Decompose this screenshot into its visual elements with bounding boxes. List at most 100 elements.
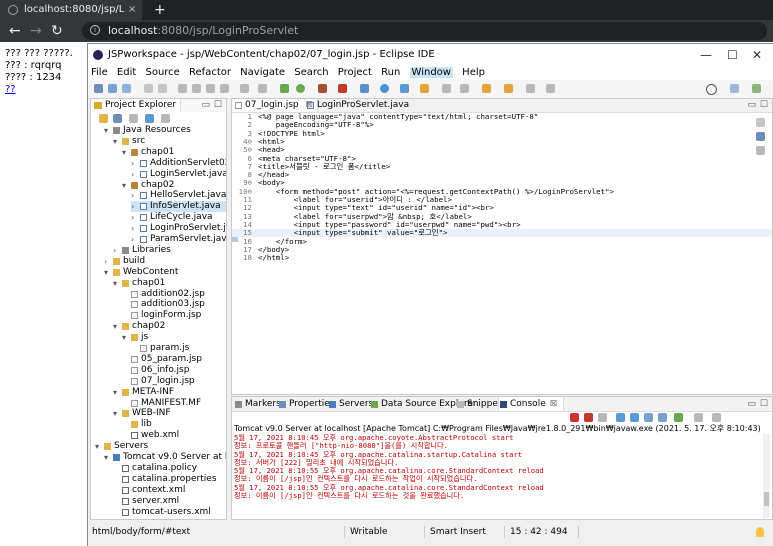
expand-arrow-icon[interactable]: ›	[131, 158, 139, 169]
tree-item[interactable]: › LoginServlet.java	[131, 169, 226, 180]
tree-item[interactable]: loginForm.jsp	[122, 310, 226, 321]
tree-item[interactable]: ▾ chap01	[122, 147, 226, 158]
view-minimize-icon[interactable]: ▭	[201, 99, 210, 112]
properties-view-icon[interactable]	[756, 146, 765, 155]
tab-markers[interactable]: Markers	[234, 397, 281, 411]
expand-arrow-icon[interactable]: ›	[113, 245, 121, 256]
coverage-icon[interactable]	[318, 84, 327, 93]
toolbar-icon[interactable]	[129, 114, 138, 123]
expand-arrow-icon[interactable]: ›	[131, 201, 139, 212]
tip-icon[interactable]	[756, 527, 764, 537]
tab-console[interactable]: Console ⊠	[498, 397, 565, 411]
tree-item[interactable]: ▾ Servers	[95, 441, 226, 452]
pin-console-icon[interactable]	[674, 413, 683, 422]
menu-help[interactable]: Help	[462, 67, 485, 78]
info-icon[interactable]: i	[90, 25, 100, 35]
tree-item[interactable]: › LoginProServlet.java	[131, 223, 226, 234]
toolbar-icon[interactable]	[192, 84, 201, 93]
perspective-icon[interactable]	[730, 84, 739, 93]
tree-item[interactable]: › LifeCycle.java	[131, 212, 226, 223]
close-tab-icon[interactable]: ⊠	[550, 399, 558, 409]
editor-tab-loginproservlet[interactable]: LoginProServlet.java	[304, 99, 413, 112]
menu-edit[interactable]: Edit	[117, 67, 136, 78]
toolbar-icon[interactable]	[220, 84, 229, 93]
expand-arrow-icon[interactable]: ▾	[113, 321, 121, 332]
tree-item[interactable]: tomcat-users.xml	[113, 507, 226, 518]
browser-tab[interactable]: localhost:8080/jsp/LoginProServ ×	[0, 0, 142, 20]
word-wrap-icon[interactable]	[630, 413, 639, 422]
tree-item[interactable]: ▾ WEB-INF	[113, 408, 226, 419]
toolbar-icon[interactable]	[240, 84, 249, 93]
scrollbar-thumb[interactable]	[764, 492, 769, 506]
expand-arrow-icon[interactable]: ›	[104, 256, 112, 267]
tree-item[interactable]: param.js	[131, 343, 226, 354]
tree-item[interactable]: ▾ chap02	[122, 180, 226, 191]
forward-nav-icon[interactable]	[546, 84, 555, 93]
new-server-icon[interactable]	[360, 84, 369, 93]
open-type-icon[interactable]	[400, 84, 409, 93]
forward-icon[interactable]: →	[30, 20, 42, 42]
remove-launch-icon[interactable]	[584, 413, 593, 422]
new-icon[interactable]	[94, 84, 103, 93]
annotation-icon[interactable]	[482, 84, 491, 93]
expand-arrow-icon[interactable]: ›	[131, 234, 139, 245]
expand-arrow-icon[interactable]: ›	[131, 212, 139, 223]
address-bar[interactable]: i localhost:8080/jsp/LoginProServlet	[82, 22, 767, 40]
search-icon[interactable]	[706, 84, 717, 95]
toolbar-icon[interactable]	[178, 84, 187, 93]
tree-item[interactable]: server.xml	[113, 496, 226, 507]
menu-project[interactable]: Project	[338, 67, 372, 78]
expand-arrow-icon[interactable]: ▾	[113, 387, 121, 398]
menu-navigate[interactable]: Navigate	[240, 67, 285, 78]
tab-servers[interactable]: Servers	[328, 397, 373, 411]
maximize-icon[interactable]: ☐	[727, 44, 738, 66]
minimize-icon[interactable]: —	[700, 44, 712, 66]
expand-arrow-icon[interactable]: ▾	[122, 332, 130, 343]
toolbar-icon[interactable]	[460, 84, 469, 93]
run-icon[interactable]	[296, 84, 305, 93]
toolbar-icon[interactable]	[206, 84, 215, 93]
tree-item[interactable]: 06_info.jsp	[122, 365, 226, 376]
annotation-icon[interactable]	[504, 84, 513, 93]
tree-item[interactable]: 05_param.jsp	[122, 354, 226, 365]
tree-item[interactable]: ▾ Java Resources	[104, 125, 226, 136]
tree-item[interactable]: ▾ chap02	[113, 321, 226, 332]
tree-item[interactable]: MANIFEST.MF	[122, 398, 226, 409]
collapse-all-icon[interactable]	[99, 114, 108, 123]
javaee-perspective-icon[interactable]	[752, 84, 761, 93]
new-java-icon[interactable]	[380, 84, 389, 93]
expand-arrow-icon[interactable]: ›	[131, 190, 139, 201]
debug-icon[interactable]	[280, 84, 289, 93]
expand-arrow-icon[interactable]: ›	[131, 223, 139, 234]
scroll-lock-icon[interactable]	[616, 413, 625, 422]
tree-item[interactable]: ▾ js	[122, 332, 226, 343]
reload-icon[interactable]: ↻	[51, 20, 63, 42]
show-stderr-icon[interactable]	[658, 413, 667, 422]
tree-item[interactable]: › AdditionServlet02.ja	[131, 158, 226, 169]
tree-item[interactable]: addition02.jsp	[122, 289, 226, 300]
expand-arrow-icon[interactable]: ▾	[113, 408, 121, 419]
back-icon[interactable]: ←	[9, 20, 21, 42]
task-list-icon[interactable]	[756, 132, 765, 141]
console-maximize-icon[interactable]: ☐	[760, 397, 768, 411]
tree-item[interactable]: ▾ src	[113, 136, 226, 147]
tree-item[interactable]: › InfoServlet.java	[131, 201, 226, 213]
filter-icon[interactable]	[145, 114, 154, 123]
tree-item[interactable]: ▾ WebContent	[104, 267, 226, 278]
menu-source[interactable]: Source	[145, 67, 179, 78]
toolbar-icon[interactable]	[158, 84, 167, 93]
close-window-icon[interactable]: ✕	[752, 44, 762, 66]
remove-all-icon[interactable]	[598, 413, 607, 422]
close-tab-icon[interactable]: ×	[128, 0, 136, 20]
external-tools-icon[interactable]	[338, 84, 347, 93]
tree-item[interactable]: › HelloServlet.java	[131, 190, 226, 201]
tree-item[interactable]: catalina.properties	[113, 474, 226, 485]
tree-item[interactable]: ▾ Tomcat v9.0 Server at localh	[104, 452, 226, 463]
expand-arrow-icon[interactable]: ▾	[122, 147, 130, 158]
tree-item[interactable]: context.xml	[113, 485, 226, 496]
tree-item[interactable]: ▾ chap01	[113, 278, 226, 289]
tree-item[interactable]: web.xml	[122, 430, 226, 441]
tree-item[interactable]: › Libraries	[113, 245, 226, 256]
view-menu-icon[interactable]	[161, 114, 170, 123]
tree-item[interactable]: catalina.policy	[113, 463, 226, 474]
